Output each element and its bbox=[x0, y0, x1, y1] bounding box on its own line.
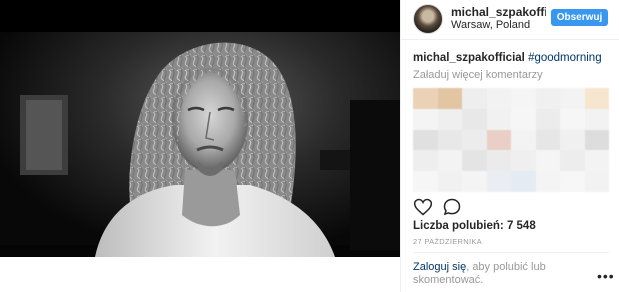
load-more-comments[interactable]: Załaduj więcej komentarzy bbox=[413, 69, 543, 81]
photo-bottom-strip bbox=[0, 257, 400, 292]
post-date[interactable]: 27 PAŹDZIERNIKA bbox=[413, 237, 482, 246]
caption-hashtag[interactable]: #goodmorning bbox=[528, 52, 602, 64]
post-header: michal_szpakofficial Warsaw, Poland Obse… bbox=[401, 0, 619, 40]
post-side-panel: michal_szpakofficial Warsaw, Poland Obse… bbox=[400, 0, 619, 292]
login-prompt: Zaloguj się, aby polubić lub skomentować… bbox=[413, 261, 583, 287]
caption-username[interactable]: michal_szpakofficial bbox=[413, 52, 525, 64]
post-photo-image bbox=[0, 0, 400, 257]
login-link[interactable]: Zaloguj się bbox=[413, 261, 466, 273]
ellipsis-icon[interactable]: ••• bbox=[597, 268, 615, 284]
avatar[interactable] bbox=[413, 4, 443, 34]
caption: michal_szpakofficial #goodmorning bbox=[413, 52, 602, 64]
likes-number: 7 548 bbox=[506, 220, 536, 232]
follow-button[interactable]: Obserwuj bbox=[551, 9, 608, 26]
blurred-comments bbox=[413, 88, 609, 192]
divider bbox=[413, 252, 609, 253]
heart-icon[interactable] bbox=[413, 197, 433, 217]
post-photo[interactable] bbox=[0, 0, 400, 257]
comment-icon[interactable] bbox=[442, 197, 462, 217]
likes-count[interactable]: Liczba polubień: 7 548 bbox=[413, 220, 536, 232]
location[interactable]: Warsaw, Poland bbox=[451, 19, 530, 31]
post-actions bbox=[413, 197, 608, 219]
username[interactable]: michal_szpakofficial bbox=[451, 5, 546, 19]
likes-label: Liczba polubień: bbox=[413, 220, 504, 232]
